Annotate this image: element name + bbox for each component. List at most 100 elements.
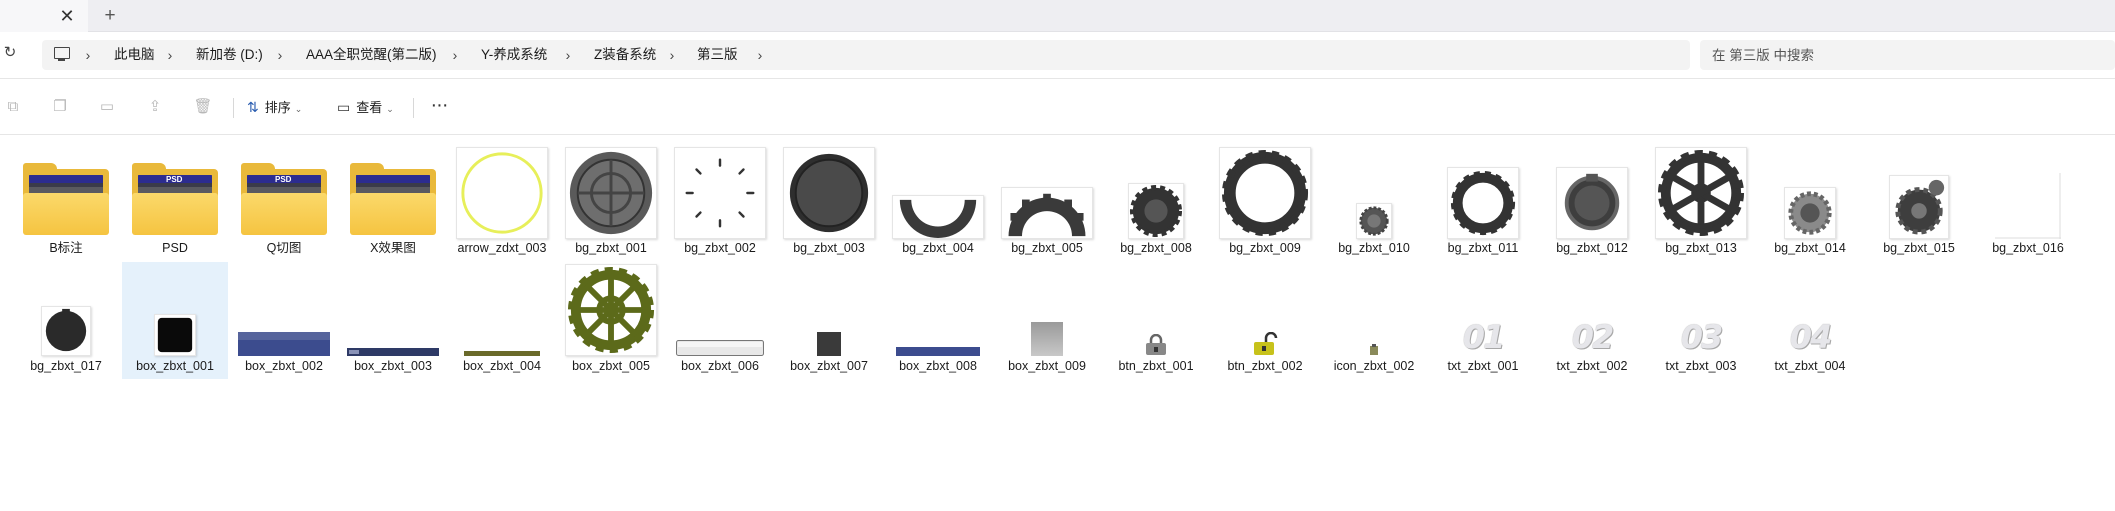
- folder-item[interactable]: X效果图: [340, 143, 446, 260]
- image-file-item[interactable]: bg_zbxt_015: [1866, 143, 1972, 260]
- view-label: 查看: [356, 100, 383, 115]
- image-file-item[interactable]: bg_zbxt_003: [776, 143, 882, 260]
- image-thumbnail: [345, 264, 441, 356]
- image-thumbnail: [18, 264, 114, 356]
- new-item-icon[interactable]: ⧉: [3, 97, 23, 117]
- folder-item[interactable]: PSD PSD: [122, 143, 228, 260]
- breadcrumb-this-pc[interactable]: 此电脑: [114, 40, 155, 70]
- breadcrumb-separator[interactable]: ›: [563, 40, 573, 70]
- file-label: txt_zbxt_002: [1556, 359, 1628, 373]
- folder-item[interactable]: B标注: [13, 143, 119, 260]
- image-file-item[interactable]: bg_zbxt_008: [1103, 143, 1209, 260]
- image-file-item[interactable]: icon_zbxt_002: [1321, 262, 1427, 379]
- folder-icon: [18, 145, 114, 239]
- image-thumbnail: [236, 264, 332, 356]
- share-icon[interactable]: ⇪: [145, 97, 165, 117]
- close-tab-icon[interactable]: ✕: [58, 7, 76, 25]
- image-file-item[interactable]: box_zbxt_002: [231, 262, 337, 379]
- image-file-item[interactable]: box_zbxt_007: [776, 262, 882, 379]
- image-file-item[interactable]: bg_zbxt_014: [1757, 143, 1863, 260]
- search-input[interactable]: [1712, 40, 2102, 70]
- image-file-item[interactable]: box_zbxt_005: [558, 262, 664, 379]
- image-file-item[interactable]: btn_zbxt_001: [1103, 262, 1209, 379]
- image-file-item[interactable]: bg_zbxt_017: [13, 262, 119, 379]
- breadcrumb-drive-d[interactable]: 新加卷 (D:): [196, 40, 263, 70]
- image-file-item[interactable]: box_zbxt_001: [122, 262, 228, 379]
- txt-image-number: 04: [1789, 318, 1833, 356]
- explorer-tab[interactable]: ✕: [0, 0, 88, 32]
- image-thumbnail: [454, 264, 550, 356]
- image-file-item[interactable]: 04 txt_zbxt_004: [1757, 262, 1863, 379]
- file-label: txt_zbxt_001: [1447, 359, 1519, 373]
- image-file-item[interactable]: bg_zbxt_004: [885, 143, 991, 260]
- file-label: B标注: [49, 241, 83, 255]
- image-file-item[interactable]: bg_zbxt_001: [558, 143, 664, 260]
- delete-icon[interactable]: 🗑: [193, 97, 213, 117]
- breadcrumb[interactable]: › 此电脑 › 新加卷 (D:) › AAA全职觉醒(第二版) › Y-养成系统…: [42, 40, 1690, 70]
- file-label: bg_zbxt_011: [1447, 241, 1519, 255]
- file-label: bg_zbxt_004: [902, 241, 974, 255]
- toolbar-divider: [413, 98, 414, 118]
- folder-icon: PSD: [236, 145, 332, 239]
- breadcrumb-aaa-folder[interactable]: AAA全职觉醒(第二版): [306, 40, 437, 70]
- image-file-item[interactable]: btn_zbxt_002: [1212, 262, 1318, 379]
- image-file-item[interactable]: box_zbxt_003: [340, 262, 446, 379]
- copy-icon[interactable]: ❐: [50, 97, 70, 117]
- file-label: bg_zbxt_010: [1338, 241, 1410, 255]
- image-thumbnail: [781, 264, 877, 356]
- tab-bar: ✕ +: [0, 0, 2115, 32]
- file-label: bg_zbxt_017: [30, 359, 102, 373]
- image-file-item[interactable]: box_zbxt_006: [667, 262, 773, 379]
- image-file-item[interactable]: 02 txt_zbxt_002: [1539, 262, 1645, 379]
- image-thumbnail: [1762, 145, 1858, 239]
- file-label: bg_zbxt_002: [684, 241, 756, 255]
- file-label: bg_zbxt_016: [1992, 241, 2064, 255]
- breadcrumb-separator[interactable]: ›: [165, 40, 175, 70]
- search-box[interactable]: [1700, 40, 2115, 70]
- view-button[interactable]: ▭ 查看 ⌄: [337, 94, 394, 120]
- breadcrumb-current-folder[interactable]: 第三版: [697, 40, 738, 70]
- image-file-item[interactable]: box_zbxt_008: [885, 262, 991, 379]
- image-file-item[interactable]: bg_zbxt_005: [994, 143, 1100, 260]
- breadcrumb-y-folder[interactable]: Y-养成系统: [481, 40, 547, 70]
- image-file-item[interactable]: arrow_zdxt_003: [449, 143, 555, 260]
- breadcrumb-z-folder[interactable]: Z装备系统: [594, 40, 656, 70]
- sort-label: 排序: [264, 100, 291, 115]
- file-label: bg_zbxt_003: [793, 241, 865, 255]
- image-file-item[interactable]: box_zbxt_009: [994, 262, 1100, 379]
- image-file-item[interactable]: 01 txt_zbxt_001: [1430, 262, 1536, 379]
- file-grid: B标注 PSD PSD PSD Q切图 X效果图 arrow_zdxt_003 …: [0, 143, 2115, 511]
- image-thumbnail: [890, 264, 986, 356]
- image-file-item[interactable]: bg_zbxt_011: [1430, 143, 1536, 260]
- image-file-item[interactable]: bg_zbxt_012: [1539, 143, 1645, 260]
- file-label: bg_zbxt_015: [1883, 241, 1955, 255]
- new-tab-button[interactable]: +: [101, 6, 119, 26]
- image-file-item[interactable]: box_zbxt_004: [449, 262, 555, 379]
- image-file-item[interactable]: bg_zbxt_010: [1321, 143, 1427, 260]
- image-file-item[interactable]: bg_zbxt_013: [1648, 143, 1754, 260]
- folder-item[interactable]: PSD Q切图: [231, 143, 337, 260]
- image-thumbnail: [1544, 145, 1640, 239]
- breadcrumb-separator[interactable]: ›: [450, 40, 460, 70]
- image-file-item[interactable]: bg_zbxt_002: [667, 143, 773, 260]
- image-thumbnail: [1217, 145, 1313, 239]
- sort-button[interactable]: ⇅ 排序 ⌄: [247, 94, 302, 120]
- breadcrumb-separator[interactable]: ›: [755, 40, 765, 70]
- refresh-icon[interactable]: ↻: [1, 44, 19, 62]
- file-label: Q切图: [266, 241, 302, 255]
- computer-icon[interactable]: [54, 47, 70, 61]
- image-file-item[interactable]: 03 txt_zbxt_003: [1648, 262, 1754, 379]
- breadcrumb-separator[interactable]: ›: [667, 40, 677, 70]
- rename-icon[interactable]: ▭: [97, 97, 117, 117]
- image-file-item[interactable]: bg_zbxt_009: [1212, 143, 1318, 260]
- breadcrumb-separator[interactable]: ›: [275, 40, 285, 70]
- file-label: box_zbxt_005: [572, 359, 650, 373]
- breadcrumb-separator[interactable]: ›: [83, 40, 93, 70]
- image-file-item[interactable]: bg_zbxt_016: [1975, 143, 2081, 260]
- more-options-button[interactable]: ···: [428, 94, 450, 120]
- file-label: bg_zbxt_001: [575, 241, 647, 255]
- image-thumbnail: [999, 264, 1095, 356]
- file-label: box_zbxt_003: [354, 359, 432, 373]
- file-label: box_zbxt_006: [681, 359, 759, 373]
- image-thumbnail: 01: [1435, 264, 1531, 356]
